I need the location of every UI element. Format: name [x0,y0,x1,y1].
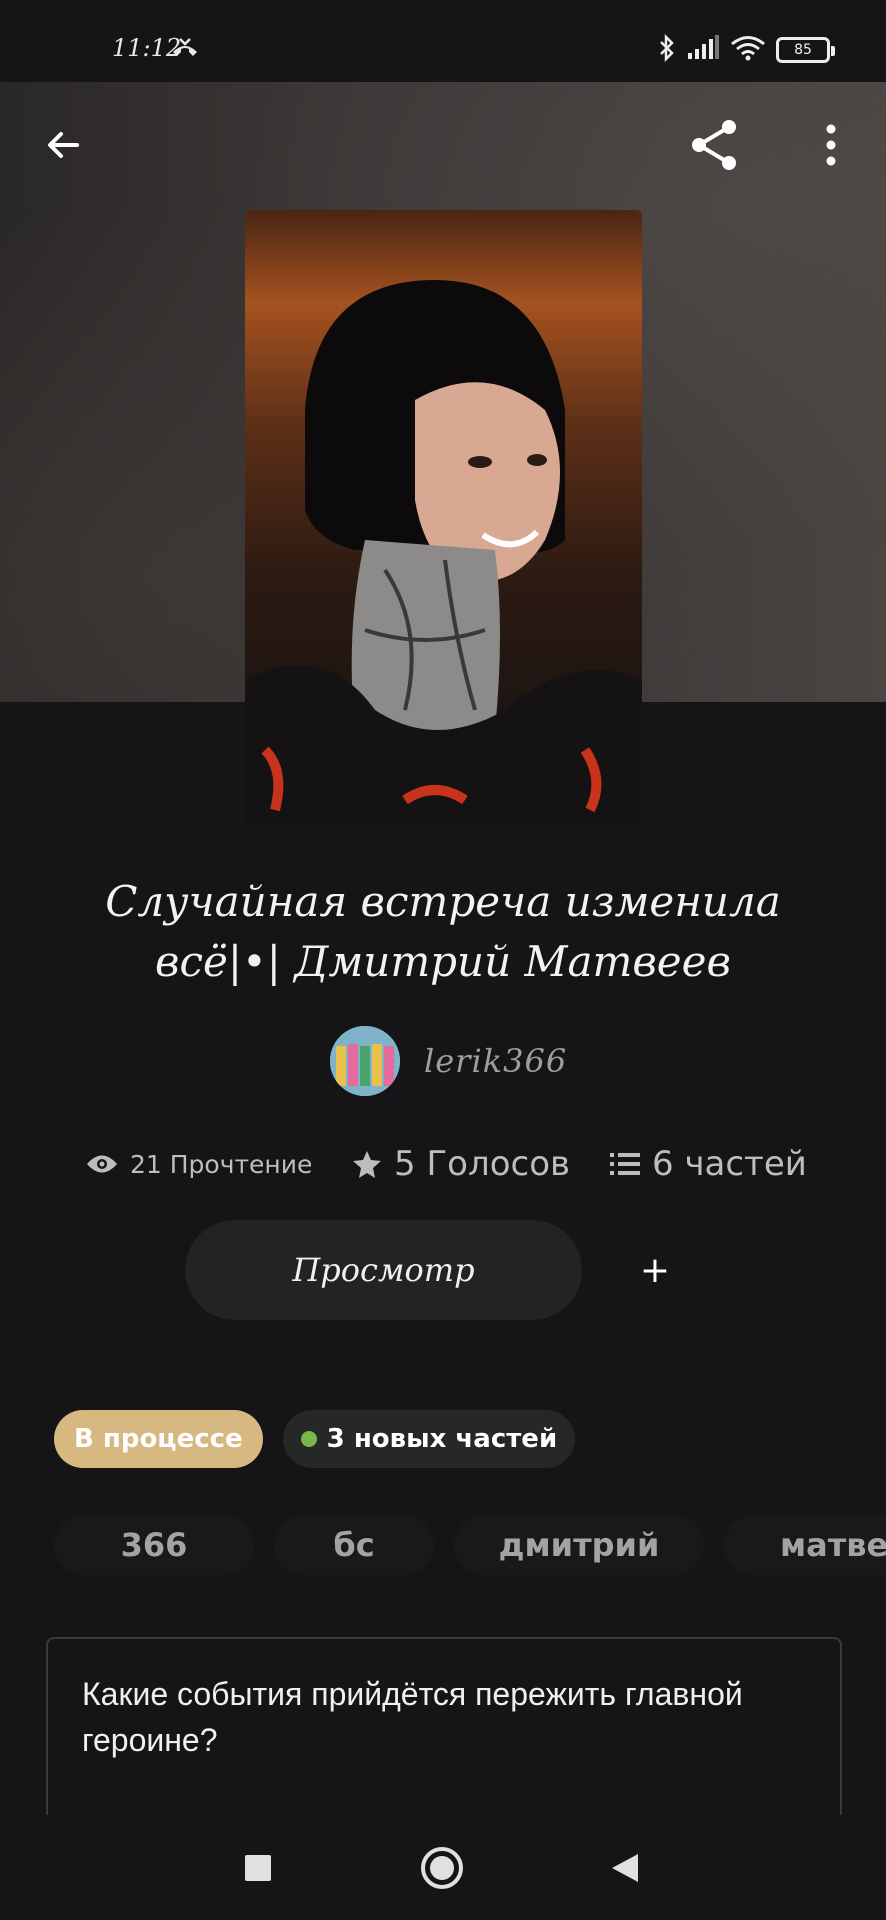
story-title: Случайная встреча изменила всё|•| Дмитри… [105,877,781,986]
star-icon [353,1151,381,1178]
missed-call-icon [170,36,200,64]
reads-count: 21 Прочтение [130,1149,313,1179]
story-cover-image[interactable] [245,210,642,827]
back-button[interactable] [28,110,98,180]
circle-icon [421,1847,463,1889]
bluetooth-icon [658,33,676,66]
back-arrow-icon [48,132,79,158]
battery-level: 85 [794,42,812,58]
story-actions: Просмотр + [185,1220,705,1320]
back-nav-button[interactable] [585,1833,665,1903]
share-button[interactable] [680,110,750,180]
signal-icon [686,35,720,65]
tag-chip[interactable]: 366 [54,1515,254,1575]
share-icon [692,120,736,170]
author-link[interactable]: lerik366 [330,1026,567,1096]
status-badge: В процессе [54,1410,263,1468]
tag-list: 366 бс дмитрий матвее [54,1515,886,1575]
new-indicator-dot [300,1431,317,1447]
wifi-icon [730,35,766,65]
triangle-back-icon [612,1854,638,1882]
story-stats: 21 Прочтение 5 Голосов 6 частей [86,1140,826,1188]
square-icon [245,1855,271,1881]
list-icon [610,1153,640,1175]
battery-icon: 85 [776,37,835,63]
tag-chip[interactable]: матвее [724,1515,886,1575]
new-parts-badge: 3 новых частей [282,1410,576,1468]
story-badges: В процессе 3 новых частей [54,1410,576,1468]
parts-stat: 6 частей [610,1140,807,1188]
home-button[interactable] [402,1833,482,1903]
system-navigation-bar [0,1815,886,1920]
eye-icon [87,1155,117,1173]
story-description: Какие события прийдётся пережить главной… [46,1637,842,1817]
new-parts-label: 3 новых частей [326,1424,558,1454]
tag-chip[interactable]: дмитрий [454,1515,704,1575]
tag-chip[interactable]: бс [274,1515,434,1575]
author-name: lerik366 [424,1042,568,1080]
reads-stat: 21 Прочтение [86,1140,312,1188]
recent-apps-button[interactable] [218,1833,298,1903]
description-text: Какие события прийдётся пережить главной… [82,1676,743,1817]
avatar [330,1026,400,1096]
parts-count: 6 частей [652,1144,807,1184]
more-vertical-icon [826,124,836,166]
votes-count: 5 Голосов [394,1144,571,1184]
votes-stat: 5 Голосов [352,1140,570,1188]
status-bar: 11:12 85 [0,0,886,82]
add-to-library-button[interactable]: + [605,1220,705,1320]
read-button[interactable]: Просмотр [185,1220,582,1320]
more-options-button[interactable] [796,110,866,180]
